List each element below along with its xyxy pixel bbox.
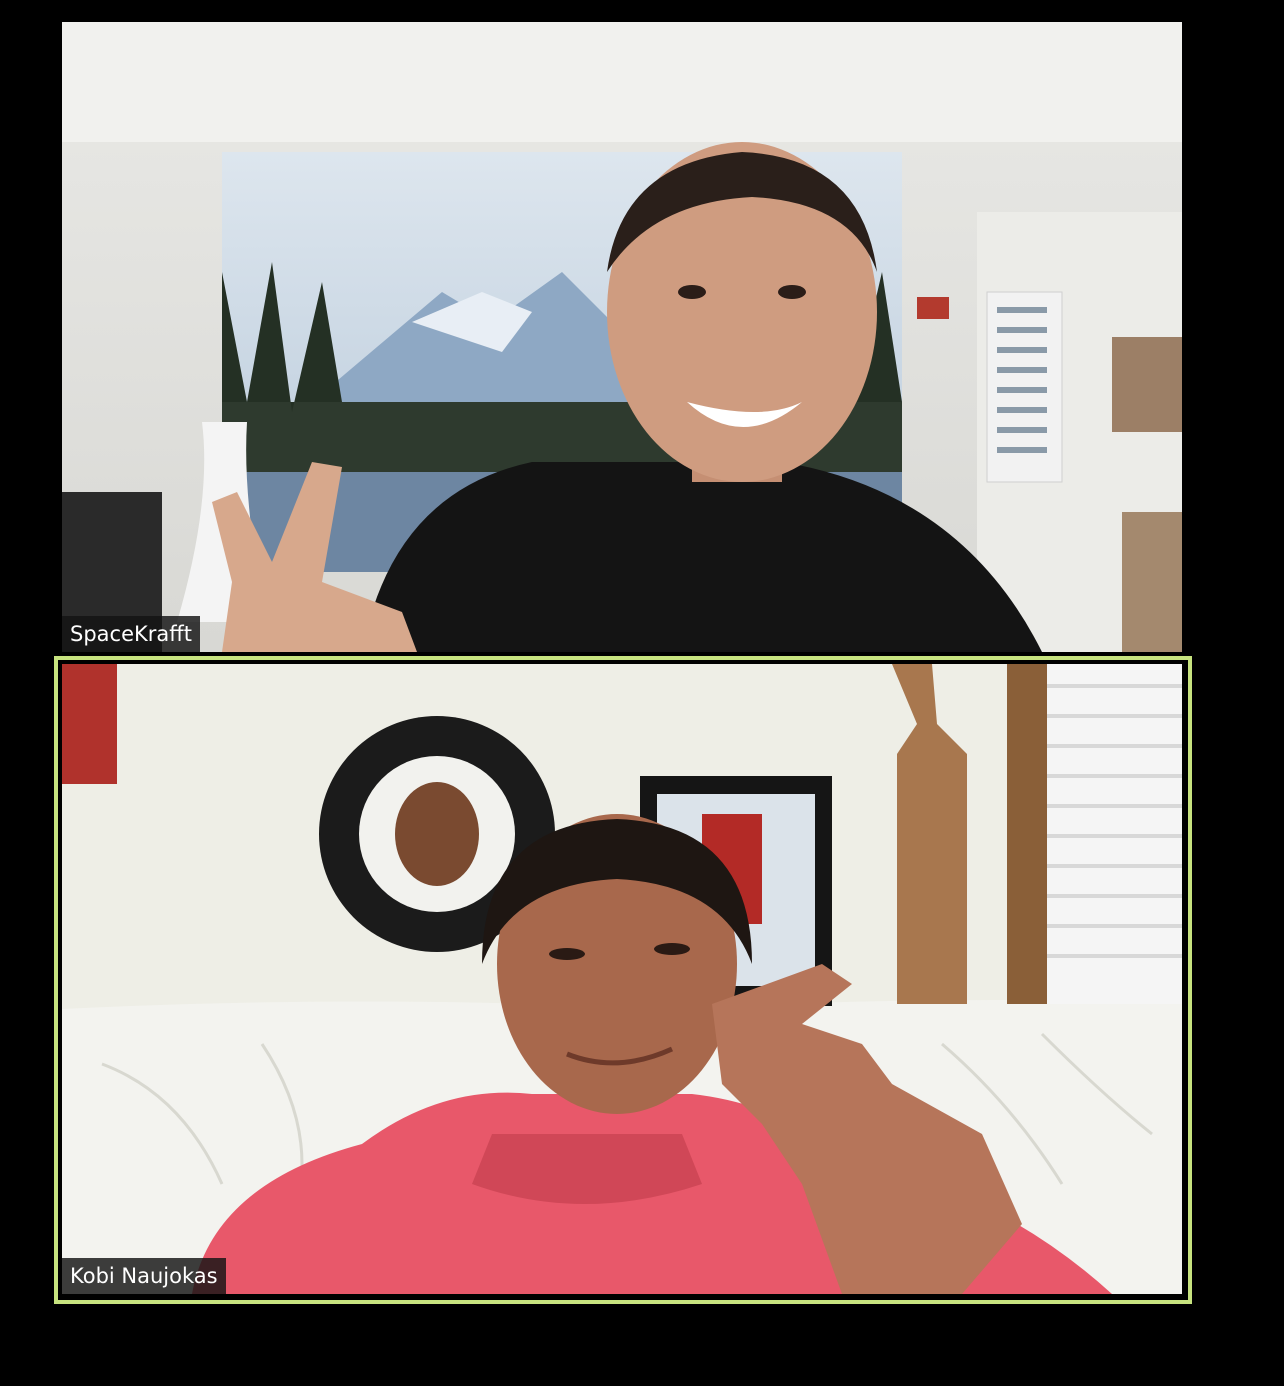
participant-video-feed [62,22,1182,652]
video-gallery: SpaceKrafft Kobi Naujokas [0,0,1284,1386]
participant-video-tile-spacekrafft[interactable]: SpaceKrafft [62,22,1182,652]
participant-video-tile-kobi-naujokas[interactable]: Kobi Naujokas [62,664,1182,1294]
participant-video-feed [62,664,1182,1294]
participant-name-label: Kobi Naujokas [62,1258,226,1294]
participant-name-label: SpaceKrafft [62,616,200,652]
